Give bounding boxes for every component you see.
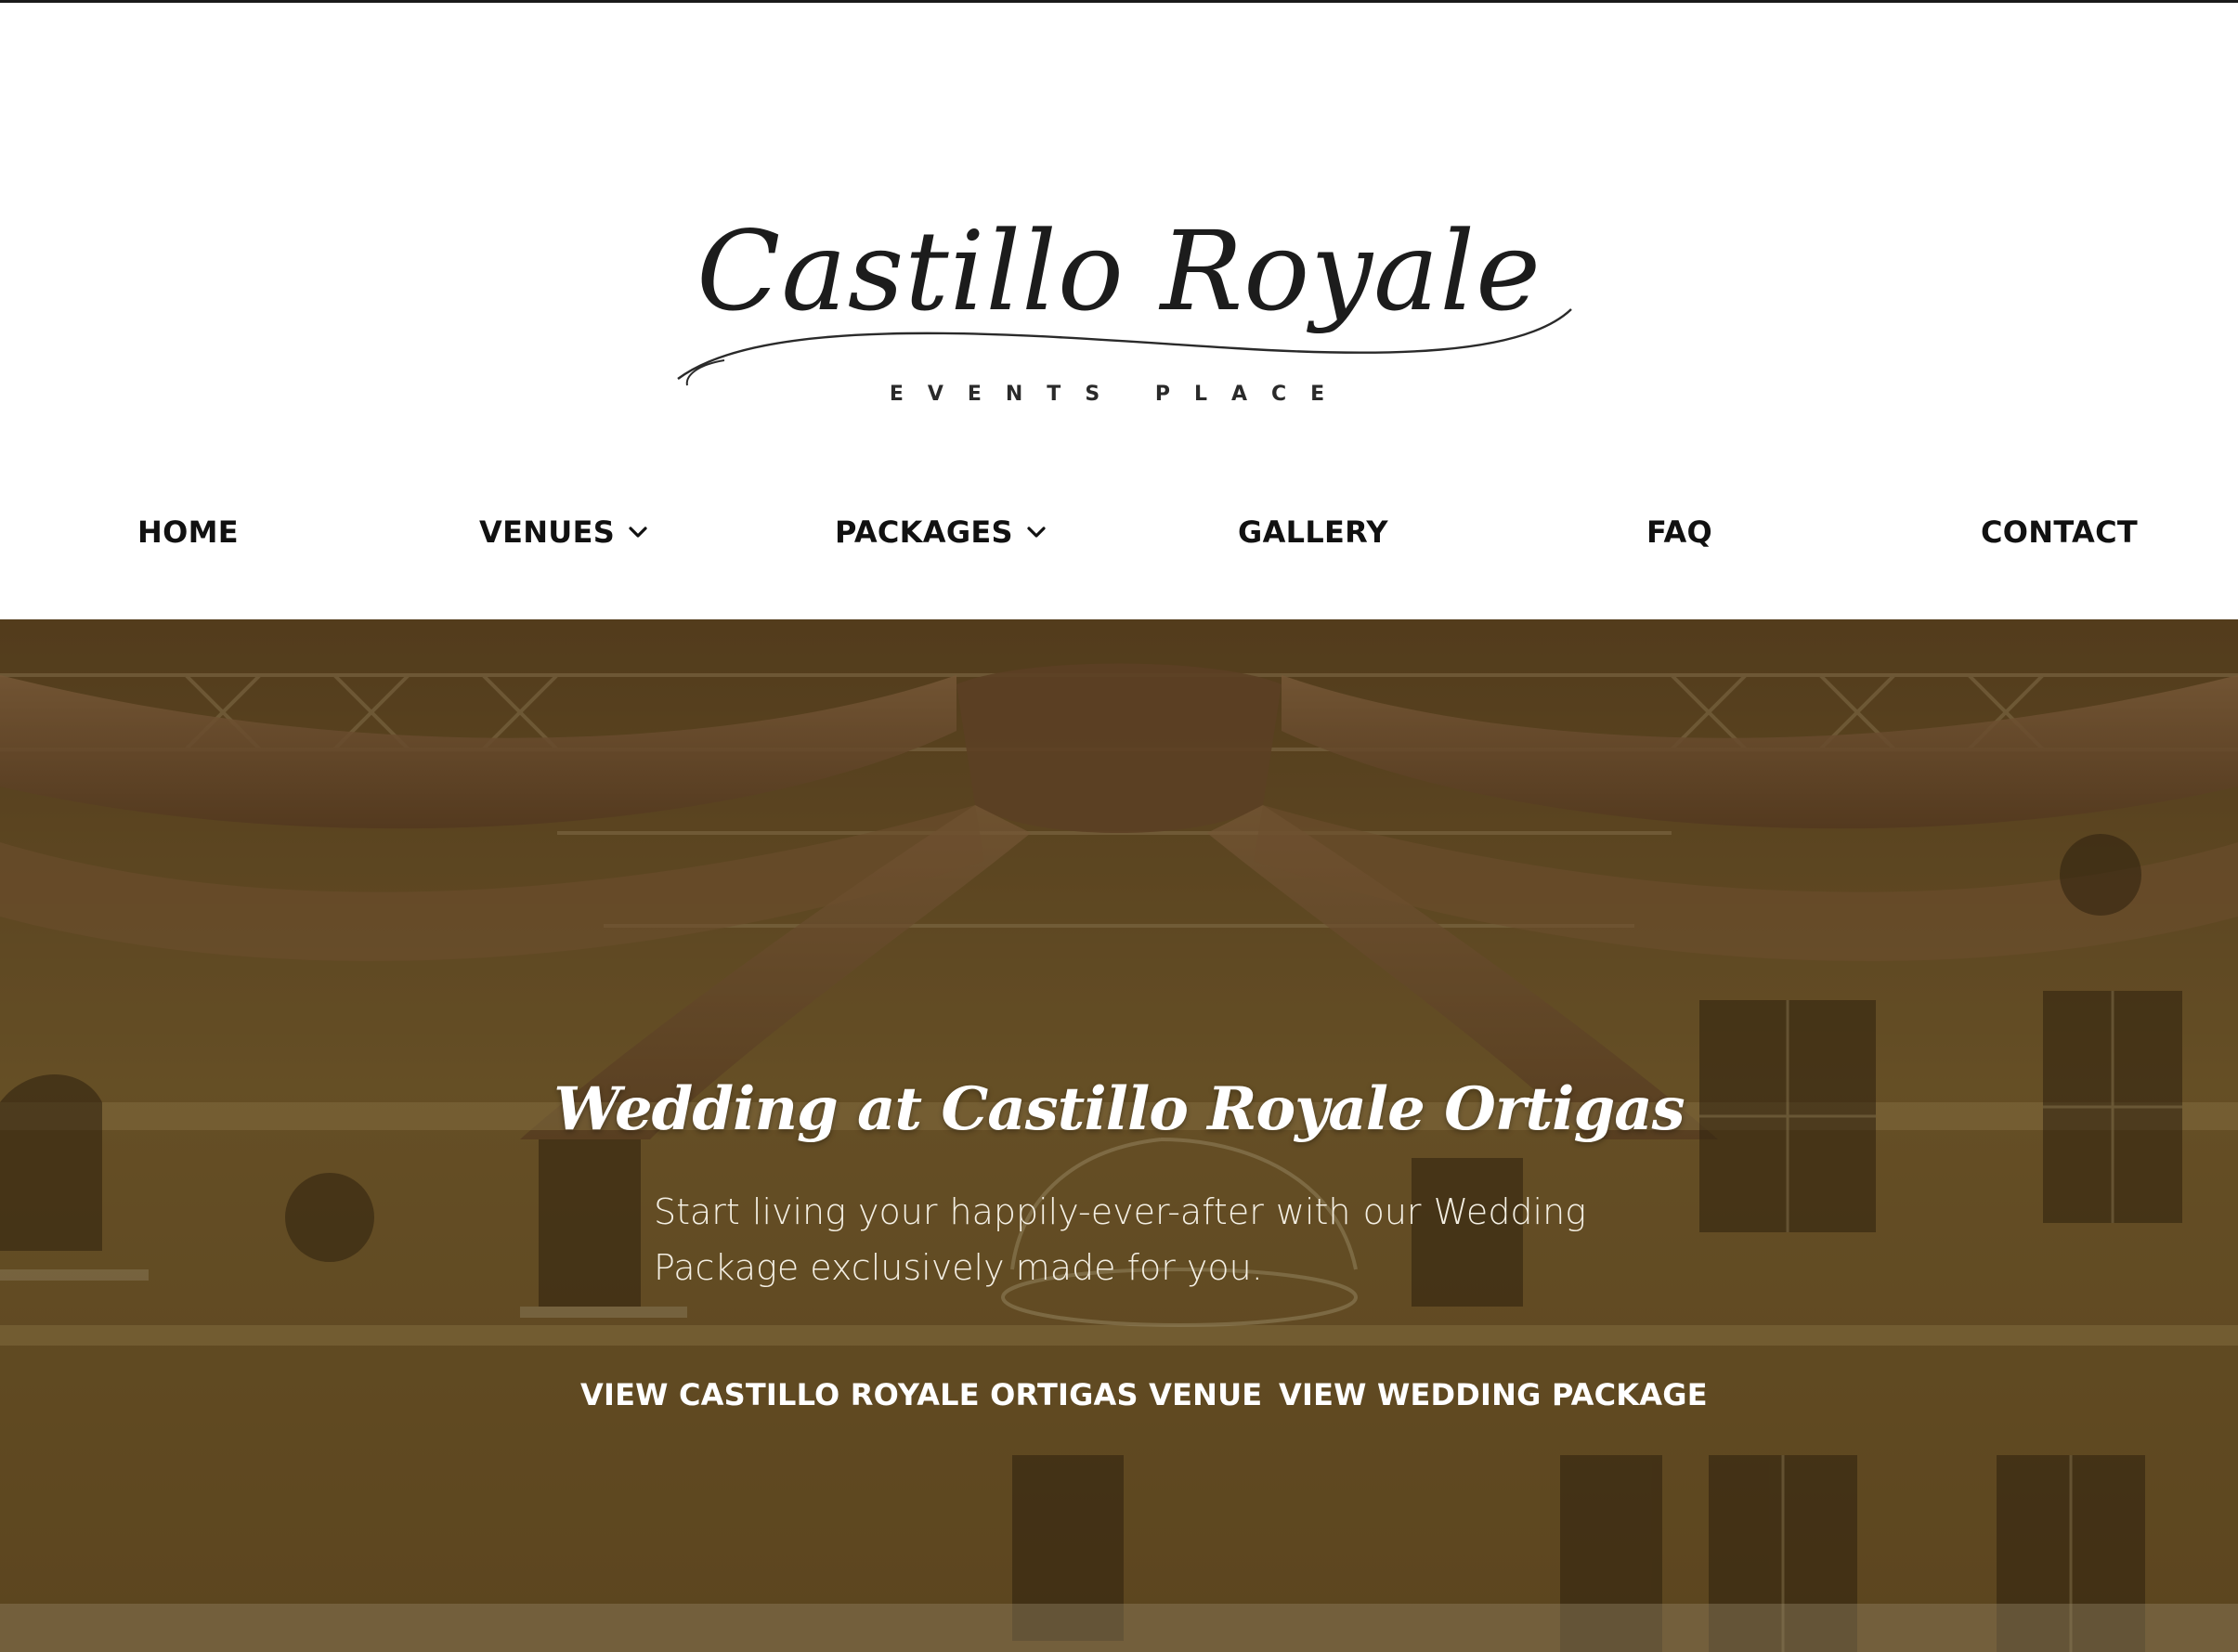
view-wedding-package-button[interactable]: VIEW WEDDING PACKAGE: [1279, 1372, 1708, 1418]
hero-title: Wedding at Castillo Royale Ortigas: [553, 1074, 1685, 1144]
chevron-down-icon: [628, 525, 648, 540]
nav-item-contact[interactable]: CONTACT: [1981, 504, 2138, 560]
hero-banner: Wedding at Castillo Royale Ortigas Start…: [0, 619, 2238, 1652]
nav-item-venues[interactable]: VENUES: [479, 504, 648, 560]
nav-label: CONTACT: [1981, 514, 2138, 550]
nav-label: VENUES: [479, 514, 616, 550]
svg-text:Castillo Royale: Castillo Royale: [696, 207, 1542, 335]
nav-label: PACKAGES: [835, 514, 1013, 550]
nav-item-faq[interactable]: FAQ: [1646, 504, 1712, 560]
svg-text:EVENTS PLACE: EVENTS PLACE: [890, 383, 1348, 406]
nav-item-packages[interactable]: PACKAGES: [835, 504, 1047, 560]
chevron-down-icon: [1026, 525, 1047, 540]
hero-subtitle: Start living your happily-ever-after wit…: [654, 1191, 1586, 1288]
main-nav: HOME VENUES PACKAGES GALLERY FAQ CONTACT: [0, 504, 2238, 560]
nav-item-gallery[interactable]: GALLERY: [1238, 504, 1388, 560]
view-venue-button[interactable]: VIEW CASTILLO ROYALE ORTIGAS VENUE: [580, 1372, 1262, 1418]
site-logo[interactable]: Castillo Royale EVENTS PLACE: [659, 170, 1579, 411]
nav-label: HOME: [137, 514, 239, 550]
nav-item-home[interactable]: HOME: [137, 504, 239, 560]
nav-label: GALLERY: [1238, 514, 1388, 550]
castillo-royale-logo-mark: Castillo Royale EVENTS PLACE: [677, 207, 1572, 406]
nav-label: FAQ: [1646, 514, 1713, 550]
site-header: Castillo Royale EVENTS PLACE HOME VENUES…: [0, 3, 2238, 619]
